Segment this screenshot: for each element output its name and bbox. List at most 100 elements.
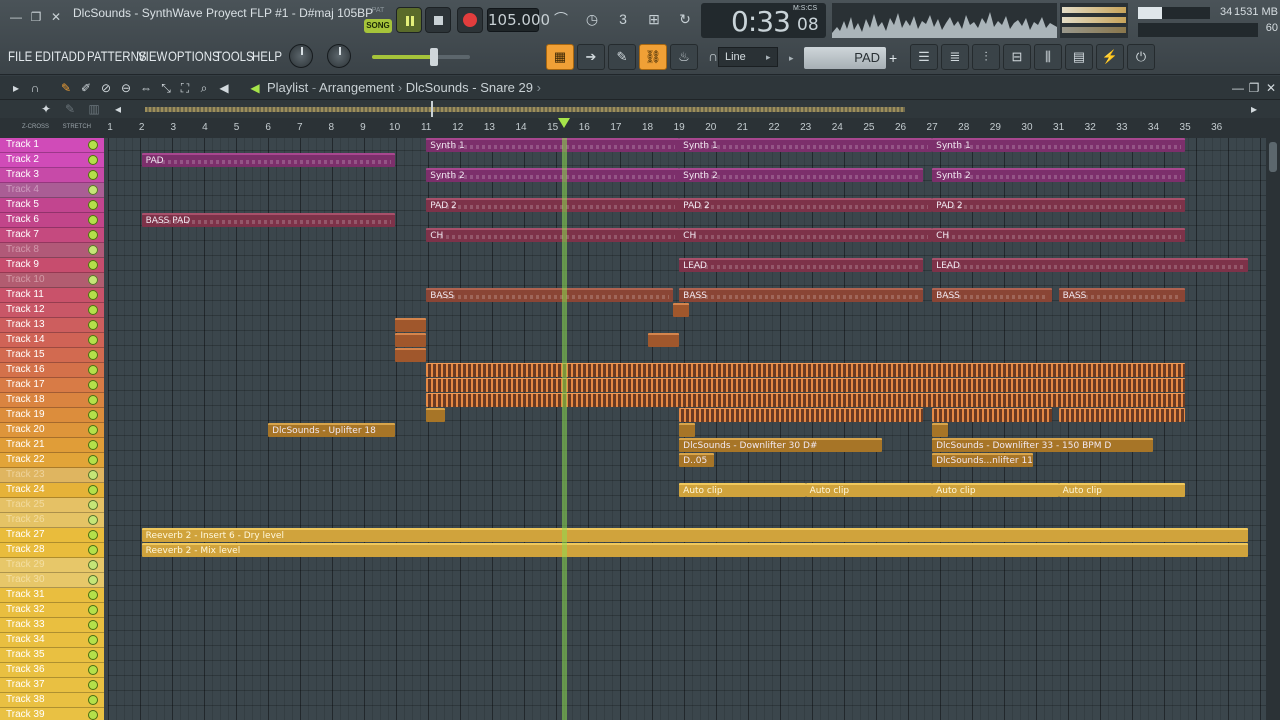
close-icon[interactable]: ✕ xyxy=(1263,80,1279,96)
playlist-clip[interactable] xyxy=(426,378,1186,392)
menu-help[interactable]: HELP xyxy=(252,48,282,64)
track-header[interactable]: Track 11 xyxy=(0,288,104,303)
playlist-clip[interactable]: Synth 1 xyxy=(679,138,933,152)
playlist-clip[interactable]: Synth 2 xyxy=(426,168,680,182)
playlist-clip[interactable]: D..05 xyxy=(679,453,714,467)
playlist-clip[interactable] xyxy=(394,318,427,332)
slice-icon[interactable]: ⤡ xyxy=(158,80,174,96)
playlist-button[interactable]: ▦ xyxy=(546,44,574,70)
playlist-clip[interactable]: CH xyxy=(426,228,680,242)
track-mute-led[interactable] xyxy=(88,635,98,645)
track-header[interactable]: Track 4 xyxy=(0,183,104,198)
playlist-clip[interactable] xyxy=(394,333,427,347)
track-mute-led[interactable] xyxy=(88,320,98,330)
playlist-clip[interactable]: PAD 2 xyxy=(679,198,933,212)
pencil-icon[interactable]: ✎ xyxy=(58,80,74,96)
track-mute-led[interactable] xyxy=(88,485,98,495)
menu-add[interactable]: ADD xyxy=(61,48,85,64)
loop-record-icon[interactable]: ↻ xyxy=(672,8,698,30)
track-header[interactable]: Track 26 xyxy=(0,513,104,528)
stretch-label[interactable]: STRETCH xyxy=(63,124,91,130)
track-mute-led[interactable] xyxy=(88,440,98,450)
playlist-clip[interactable] xyxy=(426,393,1186,407)
playlist-clip[interactable]: Synth 1 xyxy=(932,138,1186,152)
play-pause-button[interactable] xyxy=(396,7,422,33)
playlist-clip[interactable]: DlcSounds - Downlifter 33 - 150 BPM D xyxy=(932,438,1154,452)
playlist-clip[interactable]: DlcSounds...nlifter 11 xyxy=(932,453,1034,467)
track-mute-led[interactable] xyxy=(88,695,98,705)
playlist-clip[interactable]: BASS PAD xyxy=(141,213,395,227)
playlist-clip[interactable]: LEAD xyxy=(932,258,1249,272)
master-pitch-knob[interactable] xyxy=(289,44,313,68)
track-header[interactable]: Track 25 xyxy=(0,498,104,513)
track-header[interactable]: Track 35 xyxy=(0,648,104,663)
playlist-clip[interactable]: BASS xyxy=(679,288,923,302)
speaker-icon[interactable]: ◀ xyxy=(216,80,232,96)
track-mute-led[interactable] xyxy=(88,170,98,180)
track-mute-led[interactable] xyxy=(88,530,98,540)
track-header[interactable]: Track 9 xyxy=(0,258,104,273)
mixer-icon[interactable]: ☰ xyxy=(910,44,938,70)
playlist-clip[interactable]: BASS xyxy=(932,288,1053,302)
slip-icon[interactable]: ⇔ xyxy=(138,80,154,96)
playlist-clip[interactable]: Reeverb 2 - Mix level xyxy=(141,543,1249,557)
zcross-label[interactable]: Z-CROSS xyxy=(22,124,49,130)
playlist-clip[interactable] xyxy=(1058,408,1186,422)
project-icon[interactable]: ▤ xyxy=(1065,44,1093,70)
add-pattern-button[interactable]: + xyxy=(889,47,901,69)
track-mute-led[interactable] xyxy=(88,200,98,210)
zoom-icon[interactable]: ⌕ xyxy=(196,80,212,96)
track-header[interactable]: Track 32 xyxy=(0,603,104,618)
stop-button[interactable] xyxy=(425,7,451,33)
menu-options[interactable]: OPTIONS xyxy=(168,48,220,64)
track-header[interactable]: Track 30 xyxy=(0,573,104,588)
track-mute-led[interactable] xyxy=(88,260,98,270)
magnet-icon[interactable]: ∩ xyxy=(27,80,43,96)
channel-rack-icon[interactable]: ≣ xyxy=(941,44,969,70)
time-display[interactable]: 0:33 M:S:CS 08 xyxy=(701,3,826,38)
track-header[interactable]: Track 1 xyxy=(0,138,104,153)
track-mute-led[interactable] xyxy=(88,230,98,240)
track-mute-led[interactable] xyxy=(88,425,98,435)
track-header[interactable]: Track 2 xyxy=(0,153,104,168)
playlist-clip[interactable]: PAD 2 xyxy=(932,198,1186,212)
track-mute-led[interactable] xyxy=(88,275,98,285)
paint-icon[interactable]: ✐ xyxy=(78,80,94,96)
track-mute-led[interactable] xyxy=(88,650,98,660)
master-volume-knob[interactable] xyxy=(327,44,351,68)
track-mute-led[interactable] xyxy=(88,155,98,165)
track-mute-led[interactable] xyxy=(88,365,98,375)
scrollbar-thumb[interactable] xyxy=(1269,142,1277,172)
track-mute-led[interactable] xyxy=(88,290,98,300)
track-header[interactable]: Track 28 xyxy=(0,543,104,558)
browser-icon[interactable]: ⊟ xyxy=(1003,44,1031,70)
track-mute-led[interactable] xyxy=(88,605,98,615)
playlist-clip[interactable]: PAD 2 xyxy=(426,198,680,212)
menu-tools[interactable]: TOOLS xyxy=(215,48,254,64)
playlist-section[interactable]: Arrangement xyxy=(319,80,394,95)
track-header[interactable]: Track 29 xyxy=(0,558,104,573)
slider-handle[interactable] xyxy=(430,48,438,66)
track-mute-led[interactable] xyxy=(88,500,98,510)
stamp-icon[interactable]: ♨ xyxy=(670,44,698,70)
chevron-right-icon[interactable]: ▸ xyxy=(1246,101,1262,117)
chevron-right-icon[interactable]: ▸ xyxy=(789,47,801,69)
arrangement-arrow-icon[interactable]: ◀ xyxy=(247,80,263,96)
playlist-clip[interactable]: DlcSounds - Uplifter 18 xyxy=(268,423,395,437)
track-header[interactable]: Track 38 xyxy=(0,693,104,708)
chevron-right-icon[interactable]: ▸ xyxy=(766,47,778,67)
track-mute-led[interactable] xyxy=(88,305,98,315)
track-mute-led[interactable] xyxy=(88,350,98,360)
track-mute-led[interactable] xyxy=(88,395,98,405)
track-header[interactable]: Track 37 xyxy=(0,678,104,693)
track-header[interactable]: Track 5 xyxy=(0,198,104,213)
playlist-clip[interactable] xyxy=(394,348,427,362)
playlist-clip[interactable] xyxy=(679,408,923,422)
pattern-selector[interactable]: PAD xyxy=(804,47,886,69)
vertical-scrollbar[interactable] xyxy=(1266,138,1280,720)
track-mute-led[interactable] xyxy=(88,410,98,420)
track-header[interactable]: Track 19 xyxy=(0,408,104,423)
track-header[interactable]: Track 17 xyxy=(0,378,104,393)
minimize-icon[interactable]: — xyxy=(8,9,24,25)
playlist-clip[interactable]: Auto clip xyxy=(932,483,1059,497)
